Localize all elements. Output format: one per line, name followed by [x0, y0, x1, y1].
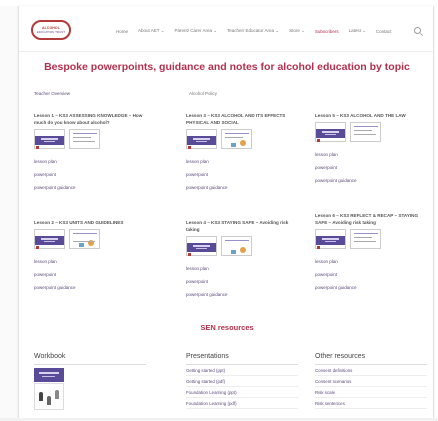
- lesson-thumbnails: [34, 129, 149, 151]
- lesson-card: Lesson 6 – KS3 REFLECT & RECAP – STAYING…: [315, 212, 430, 290]
- lesson-plan-link[interactable]: lesson plan: [315, 259, 430, 264]
- presentation-link[interactable]: Foundation Learning (pdf): [186, 398, 298, 409]
- lesson-thumbnails: [186, 129, 301, 151]
- resource-link[interactable]: Consent definitions: [315, 365, 427, 376]
- nav-contact[interactable]: Contact: [376, 29, 392, 34]
- lesson-plan-thumbnail[interactable]: [221, 236, 252, 256]
- powerpoint-thumbnail[interactable]: [186, 236, 217, 256]
- lesson-title: Lesson 4 – KS3 STAYING SAFE – Avoiding r…: [186, 220, 289, 232]
- lesson-plan-thumbnail[interactable]: [69, 129, 100, 149]
- website-page: ALCOHOL EDUCATION TRUST Home About AET ⌄…: [18, 6, 434, 418]
- nav-parent-carer[interactable]: Parent/ Carer Area ⌄: [174, 28, 217, 34]
- powerpoint-guidance-link[interactable]: powerpoint guidance: [315, 285, 430, 290]
- lesson-plan-thumbnail[interactable]: [221, 129, 252, 149]
- powerpoint-link[interactable]: powerpoint: [315, 165, 430, 170]
- powerpoint-thumbnail[interactable]: [34, 129, 65, 149]
- workbook-illustration[interactable]: [34, 383, 64, 410]
- logo-text-line2: EDUCATION TRUST: [36, 30, 66, 34]
- lesson-thumbnails: [186, 236, 301, 258]
- lesson-title: Lesson 1 – KS3 ASSESSING KNOWLEDGE – How…: [34, 113, 143, 125]
- nav-about[interactable]: About AET ⌄: [138, 28, 164, 34]
- lesson-thumbnails: [34, 229, 149, 251]
- lesson-title: Lesson 3 – KS3 ALCOHOL AND ITS EFFECTS P…: [186, 113, 286, 125]
- workbook-heading: Workbook: [34, 353, 146, 365]
- nav-subscribers[interactable]: Subscribers: [315, 29, 339, 34]
- nav-latest[interactable]: Latest ⌄: [349, 28, 366, 34]
- site-header: ALCOHOL EDUCATION TRUST Home About AET ⌄…: [19, 6, 433, 52]
- powerpoint-guidance-link[interactable]: powerpoint guidance: [186, 292, 301, 297]
- presentation-link[interactable]: Getting started (ppt): [186, 365, 298, 376]
- other-resources-column: Other resources Consent definitions Cons…: [315, 353, 427, 409]
- nav-home[interactable]: Home: [116, 29, 128, 34]
- lesson-card: Lesson 5 – KS3 ALCOHOL AND THE LAW lesso…: [315, 112, 430, 183]
- powerpoint-thumbnail[interactable]: [34, 229, 65, 249]
- lesson-card: Lesson 4 – KS3 STAYING SAFE – Avoiding r…: [186, 219, 301, 297]
- powerpoint-guidance-link[interactable]: powerpoint guidance: [34, 185, 149, 190]
- lesson-plan-thumbnail[interactable]: [350, 122, 381, 142]
- powerpoint-link[interactable]: powerpoint: [186, 279, 301, 284]
- teacher-overview-link[interactable]: Teacher Overview: [34, 91, 70, 96]
- presentation-link[interactable]: Foundation Learning (ppt): [186, 387, 298, 398]
- resource-link[interactable]: Risk scale: [315, 387, 427, 398]
- powerpoint-guidance-link[interactable]: powerpoint guidance: [315, 178, 430, 183]
- lesson-title: Lesson 5 – KS3 ALCOHOL AND THE LAW: [315, 113, 406, 118]
- workbook-cover-image[interactable]: [34, 368, 64, 382]
- powerpoint-link[interactable]: powerpoint: [34, 172, 149, 177]
- lesson-plan-link[interactable]: lesson plan: [315, 152, 430, 157]
- page-margin: [0, 6, 18, 418]
- workbook-column: Workbook: [34, 353, 146, 410]
- main-nav: Home About AET ⌄ Parent/ Carer Area ⌄ Te…: [116, 25, 401, 37]
- powerpoint-thumbnail[interactable]: [186, 129, 217, 149]
- other-resources-heading: Other resources: [315, 353, 427, 365]
- lesson-plan-link[interactable]: lesson plan: [186, 266, 301, 271]
- powerpoint-guidance-link[interactable]: powerpoint guidance: [34, 285, 149, 290]
- powerpoint-guidance-link[interactable]: powerpoint guidance: [186, 185, 301, 190]
- lesson-card: Lesson 1 – KS3 ASSESSING KNOWLEDGE – How…: [34, 112, 149, 190]
- site-logo[interactable]: ALCOHOL EDUCATION TRUST: [31, 20, 71, 40]
- lesson-plan-link[interactable]: lesson plan: [34, 259, 149, 264]
- nav-store[interactable]: Store ⌄: [289, 28, 305, 34]
- presentation-link[interactable]: Getting started (pdf): [186, 376, 298, 387]
- lesson-plan-thumbnail[interactable]: [350, 229, 381, 249]
- sen-resources-heading: SEN resources: [200, 323, 254, 332]
- powerpoint-link[interactable]: powerpoint: [315, 272, 430, 277]
- powerpoint-thumbnail[interactable]: [315, 229, 346, 249]
- lesson-thumbnails: [315, 229, 430, 251]
- powerpoint-thumbnail[interactable]: [315, 122, 346, 142]
- lesson-plan-link[interactable]: lesson plan: [186, 159, 301, 164]
- page-title: Bespoke powerpoints, guidance and notes …: [44, 61, 410, 73]
- powerpoint-link[interactable]: powerpoint: [186, 172, 301, 177]
- lesson-card: Lesson 3 – KS3 ALCOHOL AND ITS EFFECTS P…: [186, 112, 301, 190]
- lesson-title: Lesson 2 – KS3 UNITS AND GUIDELINES: [34, 220, 124, 225]
- lesson-card: Lesson 2 – KS3 UNITS AND GUIDELINES less…: [34, 219, 149, 290]
- presentations-column: Presentations Getting started (ppt) Gett…: [186, 353, 298, 409]
- resource-link[interactable]: Risk sentences: [315, 398, 427, 409]
- lesson-title: Lesson 6 – KS3 REFLECT & RECAP – STAYING…: [315, 213, 419, 225]
- powerpoint-link[interactable]: powerpoint: [34, 272, 149, 277]
- search-icon[interactable]: [414, 27, 421, 34]
- nav-teacher-educator[interactable]: Teacher/ Educator Area ⌄: [227, 28, 279, 34]
- lesson-thumbnails: [315, 122, 430, 144]
- resource-link[interactable]: Consent scenarios: [315, 376, 427, 387]
- lesson-plan-link[interactable]: lesson plan: [34, 159, 149, 164]
- alcohol-policy-link[interactable]: Alcohol Policy: [189, 91, 217, 96]
- lesson-plan-thumbnail[interactable]: [69, 229, 100, 249]
- presentations-heading: Presentations: [186, 353, 298, 365]
